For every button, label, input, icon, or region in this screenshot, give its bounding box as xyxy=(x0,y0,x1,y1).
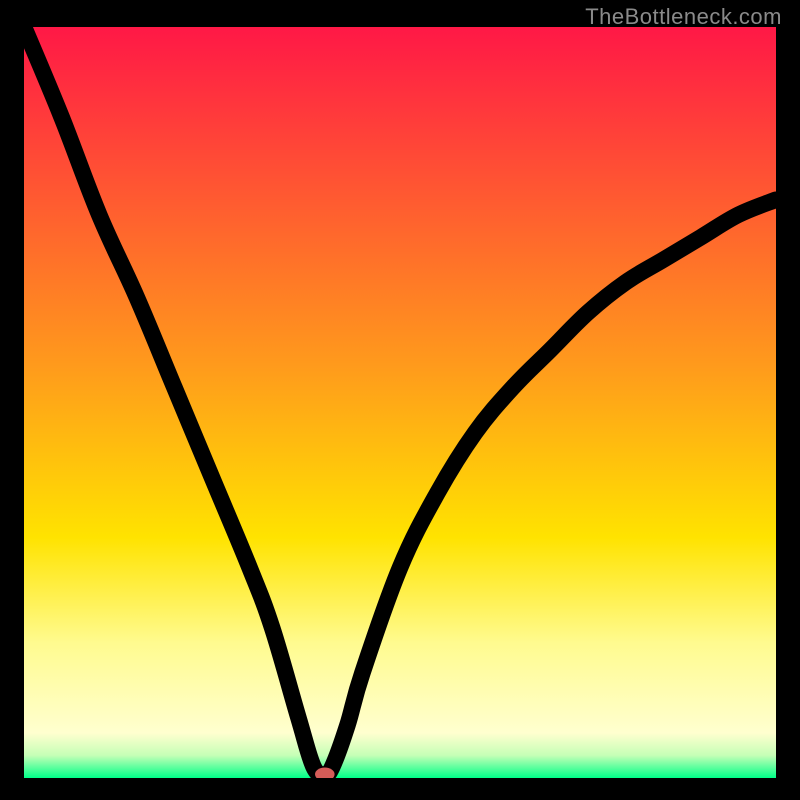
gradient-background xyxy=(24,27,776,778)
plot-svg xyxy=(24,27,776,778)
chart-container: TheBottleneck.com xyxy=(0,0,800,800)
plot-area xyxy=(24,27,776,778)
